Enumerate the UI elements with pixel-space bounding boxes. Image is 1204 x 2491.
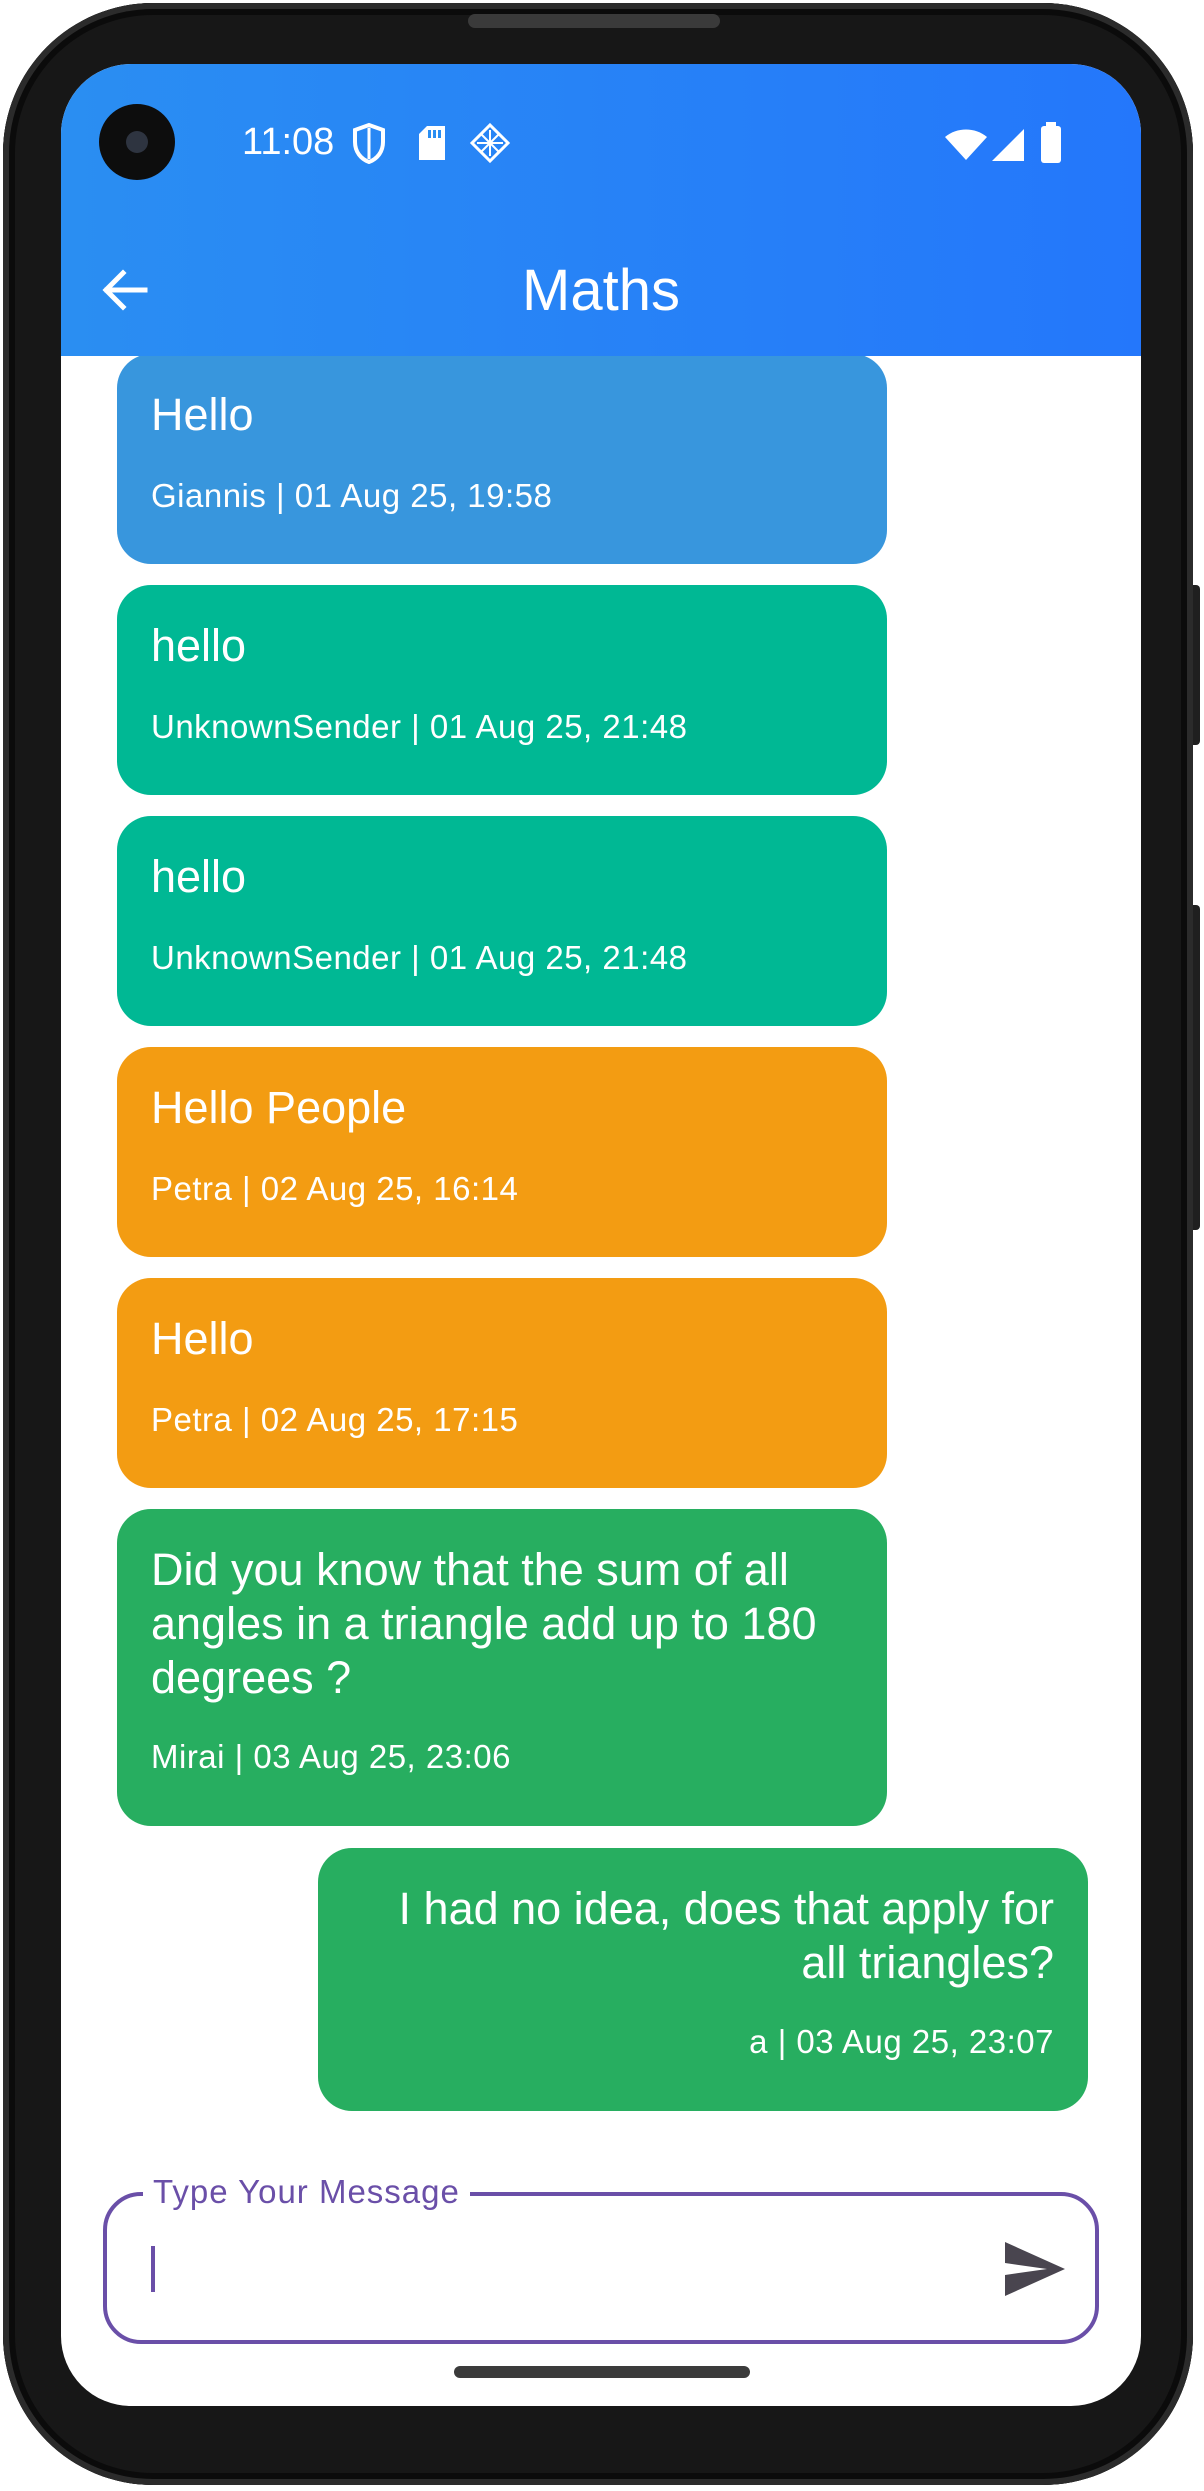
message-bubble[interactable]: hello UnknownSender | 01 Aug 25, 21:48 — [117, 816, 887, 1026]
earpiece-speaker — [468, 14, 720, 28]
message-meta: a | 03 Aug 25, 23:07 — [749, 2023, 1054, 2060]
battery-icon — [1041, 122, 1061, 163]
message-bubble[interactable]: Hello People Petra | 02 Aug 25, 16:14 — [117, 1047, 887, 1257]
send-icon — [1005, 2242, 1065, 2296]
message-meta: UnknownSender | 01 Aug 25, 21:48 — [151, 939, 688, 976]
message-text: hello — [151, 851, 247, 902]
message-meta: Mirai | 03 Aug 25, 23:06 — [151, 1738, 511, 1775]
message-text: Hello People — [151, 1082, 407, 1133]
message-text: hello — [151, 620, 247, 671]
app-screen: 11:08 Maths Hello Giannis | 01 Aug 25, 1… — [61, 64, 1141, 2406]
message-list[interactable]: Hello Giannis | 01 Aug 25, 19:58 hello U… — [61, 356, 1141, 2176]
message-bubble[interactable]: Did you know that the sum of all angles … — [117, 1509, 887, 1826]
page-title: Maths — [522, 258, 680, 323]
signal-icon — [992, 129, 1024, 161]
message-input-field[interactable]: Type Your Message — [103, 2170, 1099, 2344]
send-button[interactable] — [1003, 2240, 1067, 2298]
message-meta: Giannis | 01 Aug 25, 19:58 — [151, 477, 553, 514]
app-bar: 11:08 Maths — [61, 64, 1141, 356]
message-text: Hello — [151, 1313, 254, 1364]
diamond-grid-icon — [469, 122, 511, 164]
message-meta: Petra | 02 Aug 25, 16:14 — [151, 1170, 519, 1207]
message-bubble[interactable]: hello UnknownSender | 01 Aug 25, 21:48 — [117, 585, 887, 795]
front-camera — [99, 104, 175, 180]
phone-device: 11:08 Maths Hello Giannis | 01 Aug 25, 1… — [0, 0, 1204, 2491]
message-text: I had no idea, does that apply for all t… — [398, 1883, 1054, 1988]
message-meta: Petra | 02 Aug 25, 17:15 — [151, 1401, 519, 1438]
status-time: 11:08 — [242, 121, 335, 163]
message-input-label: Type Your Message — [143, 2170, 470, 2214]
text-cursor — [151, 2246, 155, 2292]
sd-card-icon — [419, 126, 445, 160]
message-text: Did you know that the sum of all angles … — [151, 1544, 817, 1703]
message-text: Hello — [151, 389, 254, 440]
message-bubble[interactable]: Hello Giannis | 01 Aug 25, 19:58 — [117, 356, 887, 564]
message-meta: UnknownSender | 01 Aug 25, 21:48 — [151, 708, 688, 745]
home-indicator[interactable] — [454, 2366, 750, 2378]
message-bubble[interactable]: I had no idea, does that apply for all t… — [318, 1848, 1088, 2111]
shield-icon — [353, 122, 385, 164]
wifi-icon — [945, 129, 987, 160]
message-bubble[interactable]: Hello Petra | 02 Aug 25, 17:15 — [117, 1278, 887, 1488]
